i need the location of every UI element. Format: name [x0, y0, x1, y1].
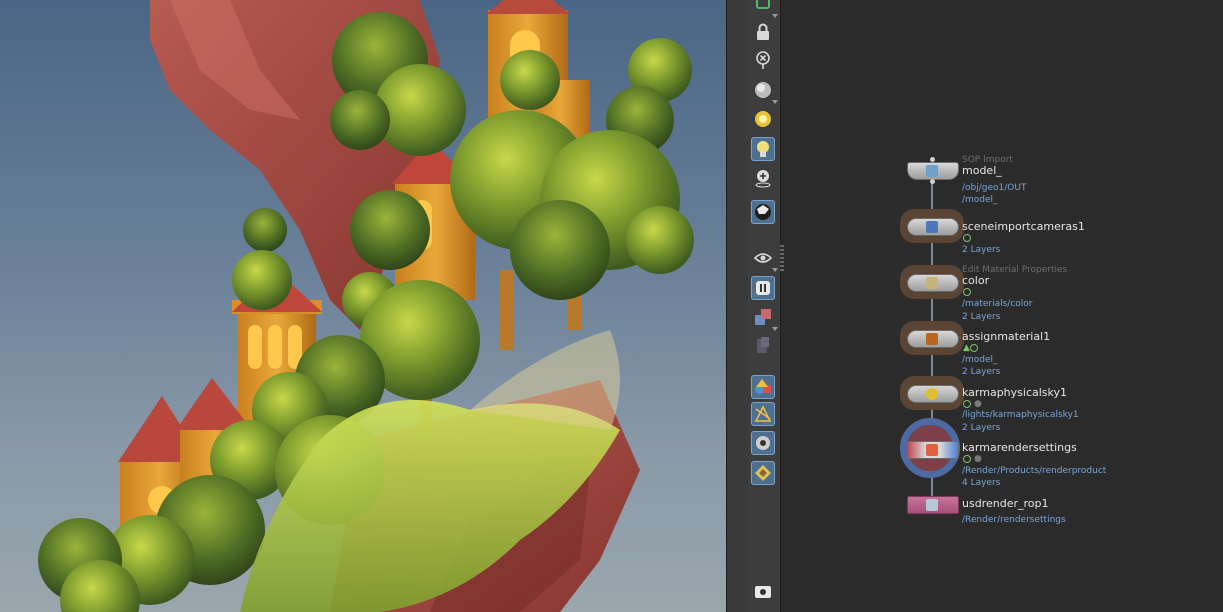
assign-material-icon: [926, 333, 938, 345]
light-bulb-button[interactable]: [751, 137, 775, 161]
node-name[interactable]: karmarendersettings: [962, 441, 1077, 454]
sky-light-icon: [926, 388, 938, 400]
camera-ball-icon: [755, 204, 771, 220]
node-name[interactable]: karmaphysicalsky1: [962, 386, 1067, 399]
camera-ball-button[interactable]: [751, 200, 775, 224]
camera-import-icon: [926, 221, 938, 233]
node-status-flags: [963, 287, 971, 297]
karma-shapes-icon: [755, 379, 771, 394]
lock-flag-icon: ●: [974, 454, 982, 464]
edit-material-icon: [926, 277, 938, 289]
node-path: /lights/karmaphysicalsky1: [962, 410, 1079, 420]
node-layers: 4 Layers: [962, 478, 1001, 488]
circle-flag-icon: [963, 233, 971, 242]
dropdown-arrow-icon: [772, 100, 778, 104]
node-path: /model_: [962, 195, 998, 205]
visibility-button[interactable]: [751, 246, 778, 272]
render-settings-icon: [926, 444, 938, 456]
node-name[interactable]: usdrender_rop1: [962, 497, 1048, 510]
node-status-flags: ▲: [963, 343, 978, 353]
node-name[interactable]: color: [962, 274, 989, 287]
render-region-icon: [755, 309, 771, 325]
bounding-icon: [754, 405, 772, 422]
node-karmaphysicalsky1[interactable]: [900, 376, 964, 410]
dropdown-arrow-icon: [772, 14, 778, 18]
viewport-divider: [726, 0, 749, 612]
dropdown-arrow-icon: [772, 327, 778, 331]
pause-render-button[interactable]: [751, 276, 775, 300]
node-layers: 2 Layers: [962, 367, 1001, 377]
node-layers: 2 Layers: [962, 423, 1001, 433]
bounding-button[interactable]: [751, 402, 775, 426]
circle-flag-icon: [963, 454, 971, 463]
layer-stack-button[interactable]: [751, 461, 775, 485]
snapshot-icon: [756, 436, 770, 450]
display-options-icon: [757, 337, 769, 353]
node-path: /Render/rendersettings: [962, 515, 1066, 525]
node-path: /model_: [962, 355, 998, 365]
close-pin-icon: [756, 51, 770, 69]
node-usdrender-rop1[interactable]: [907, 496, 959, 514]
node-status-flags: ●: [963, 454, 982, 464]
shading-mode-button[interactable]: [751, 78, 778, 104]
network-flag-icon: [756, 0, 770, 9]
karma-shapes-button[interactable]: [751, 375, 775, 399]
floating-island-scene: [38, 0, 694, 612]
lock-camera-button[interactable]: [751, 20, 775, 44]
pause-render-icon: [756, 281, 770, 295]
node-model[interactable]: [907, 157, 959, 184]
light-add-icon: [755, 170, 771, 188]
node-path: /obj/geo1/OUT: [962, 183, 1027, 193]
circle-flag-icon: [963, 287, 971, 296]
output-connector[interactable]: [930, 179, 935, 184]
network-flag-button[interactable]: [751, 0, 778, 18]
shading-icon: [755, 82, 771, 98]
circle-flag-icon: [963, 399, 971, 408]
node-name[interactable]: sceneimportcameras1: [962, 220, 1085, 233]
node-color[interactable]: [900, 265, 964, 299]
node-assignmaterial1[interactable]: [900, 321, 964, 355]
node-status-flags: ●: [963, 399, 982, 409]
render-region-button[interactable]: [751, 305, 778, 331]
light-bulb-icon: [757, 141, 769, 157]
visibility-eye-icon: [755, 586, 771, 598]
node-layers: 2 Layers: [962, 245, 1001, 255]
snapshot-button[interactable]: [751, 431, 775, 455]
lock-flag-icon: ●: [974, 399, 982, 409]
circle-flag-icon: [969, 343, 978, 352]
lock-icon: [757, 23, 769, 40]
node-path: /materials/color: [962, 299, 1033, 309]
network-editor[interactable]: SOP Import model_ /obj/geo1/OUT /model_ …: [786, 0, 1223, 612]
dropdown-arrow-icon: [772, 268, 778, 272]
node-name[interactable]: model_: [962, 164, 1002, 177]
headlight-icon: [755, 111, 771, 127]
node-karmarendersettings[interactable]: [907, 441, 959, 459]
node-sceneimportcameras1[interactable]: [900, 209, 964, 243]
usd-render-rop-icon: [926, 499, 938, 511]
close-pin-button[interactable]: [751, 48, 775, 72]
node-status-flags: [963, 233, 971, 243]
layer-stack-icon: [755, 465, 771, 481]
headlight-button[interactable]: [751, 107, 775, 131]
sop-import-icon: [926, 165, 938, 177]
viewport-toolbar: [748, 0, 781, 612]
visibility-eye-button[interactable]: [751, 580, 775, 604]
eye-visibility-icon: [753, 253, 773, 263]
node-name[interactable]: assignmaterial1: [962, 330, 1050, 343]
display-options-button[interactable]: [751, 333, 775, 357]
add-light-button[interactable]: [751, 166, 775, 190]
node-layers: 2 Layers: [962, 312, 1001, 322]
toolbar-grip-handle[interactable]: [780, 245, 784, 271]
scene-viewport[interactable]: [0, 0, 726, 612]
node-path: /Render/Products/renderproduct: [962, 466, 1107, 476]
